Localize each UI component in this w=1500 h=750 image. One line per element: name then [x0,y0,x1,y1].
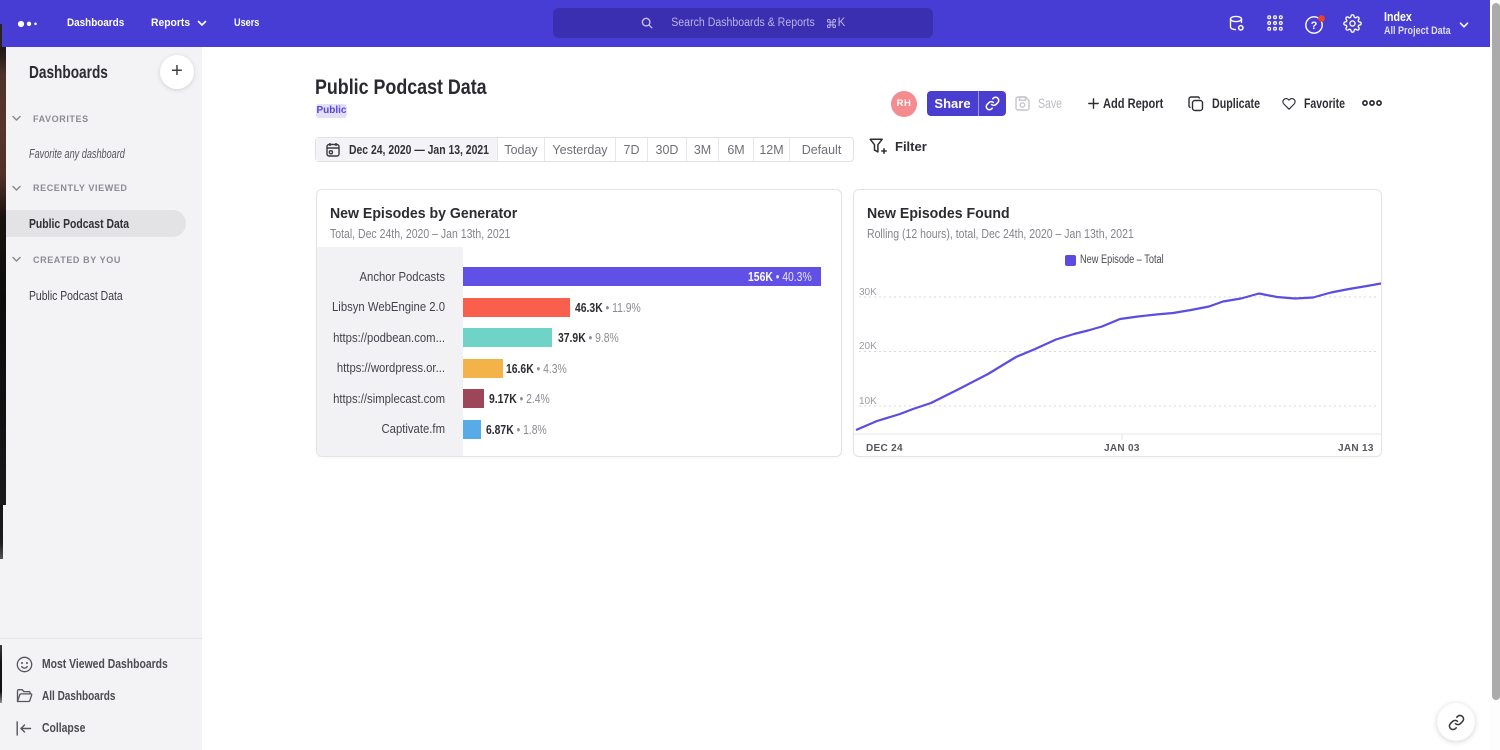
svg-text:?: ? [1311,20,1318,32]
